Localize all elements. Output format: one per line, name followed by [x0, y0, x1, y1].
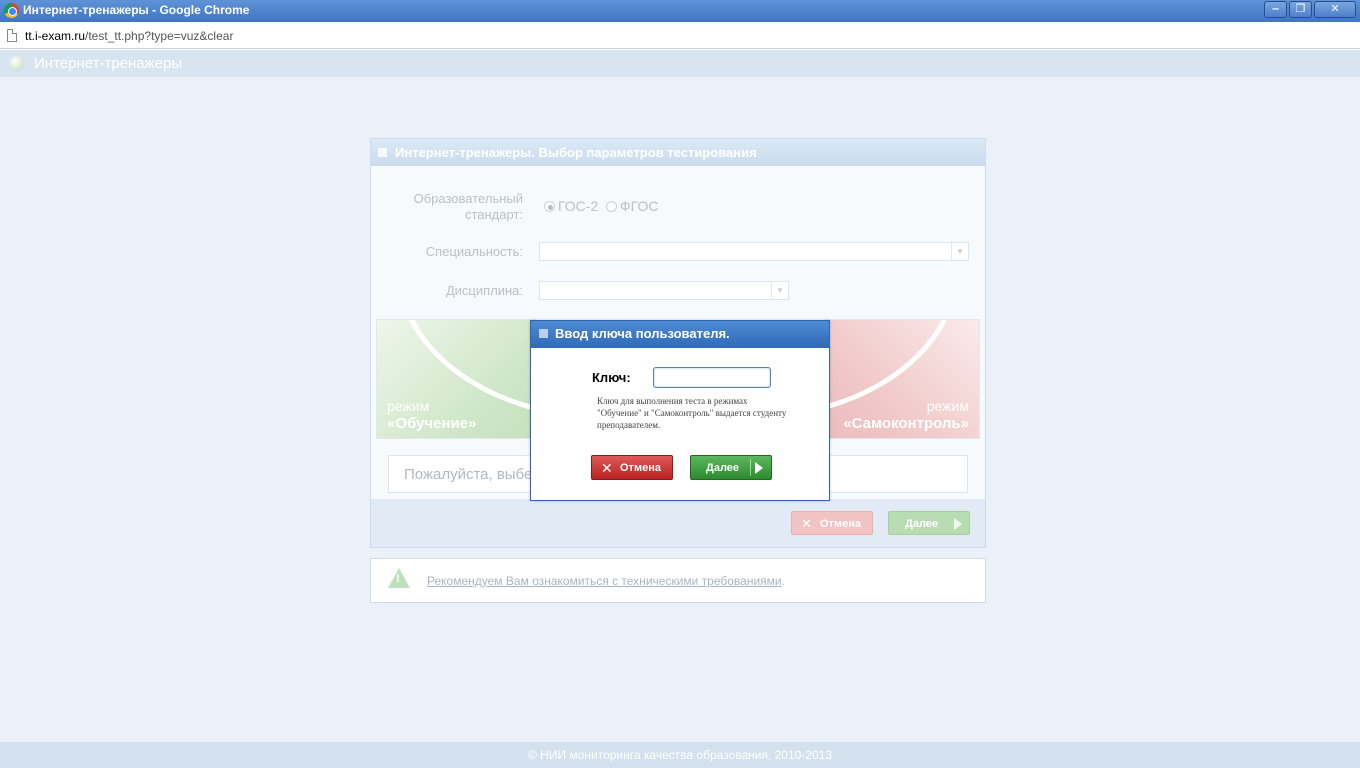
standard-radio-gos2[interactable]: ГОС-2	[544, 198, 598, 214]
panel-cancel-button[interactable]: ✕ Отмена	[791, 511, 873, 535]
specialty-label: Специальность:	[425, 244, 523, 259]
radio-unchecked-icon	[606, 201, 617, 212]
arrow-right-icon	[750, 459, 766, 476]
url-path: /test_tt.php?type=vuz&clear	[85, 29, 234, 43]
tech-requirements-link[interactable]: Рекомендуем Вам ознакомиться с техническ…	[427, 574, 782, 588]
dialog-title: Ввод ключа пользователя.	[555, 326, 730, 341]
mode-learn-line1: режим	[387, 398, 430, 414]
discipline-select[interactable]: ▼	[539, 281, 789, 300]
recommendation-box: Рекомендуем Вам ознакомиться с техническ…	[370, 558, 986, 603]
key-input[interactable]	[653, 367, 771, 388]
standard-option-fgos: ФГОС	[620, 198, 659, 214]
minimize-button[interactable]: ‒	[1264, 1, 1287, 18]
chrome-icon	[4, 3, 19, 18]
panel-next-button[interactable]: Далее	[888, 511, 970, 535]
mode-self-caption: режим «Самоконтроль»	[843, 398, 969, 432]
url-host: tt.i-exam.ru	[25, 29, 86, 43]
recommendation-text: Рекомендуем Вам ознакомиться с техническ…	[427, 574, 785, 588]
mode-self-card[interactable]: режим «Самоконтроль»	[825, 319, 980, 439]
discipline-label: Дисциплина:	[445, 283, 523, 298]
user-key-dialog: Ввод ключа пользователя. Ключ: Ключ для …	[530, 320, 830, 501]
close-window-button[interactable]: ✕	[1314, 1, 1356, 18]
dialog-header: Ввод ключа пользователя.	[531, 321, 829, 348]
recommendation-suffix: .	[781, 574, 785, 588]
maximize-button[interactable]: ❐	[1289, 1, 1312, 18]
panel-footer: ✕ Отмена Далее	[371, 499, 985, 547]
arrow-right-icon	[954, 518, 962, 530]
key-label: Ключ:	[592, 370, 631, 385]
url-text[interactable]: tt.i-exam.ru/test_tt.php?type=vuz&clear	[25, 29, 233, 43]
mode-self-line1: режим	[926, 398, 969, 414]
standard-label-line2: стандарт:	[464, 207, 523, 222]
chevron-down-icon: ▼	[951, 243, 968, 260]
site-header: Интернет-тренажеры	[0, 50, 1360, 77]
dialog-square-icon	[539, 329, 548, 338]
logo-icon	[9, 56, 24, 71]
panel-title: Интернет-тренажеры. Выбор параметров тес…	[395, 145, 757, 160]
panel-cancel-label: Отмена	[820, 518, 861, 530]
page-icon	[7, 29, 17, 42]
radio-checked-icon	[544, 201, 555, 212]
dialog-cancel-label: Отмена	[620, 462, 661, 474]
dialog-cancel-button[interactable]: ✕ Отмена	[591, 455, 673, 480]
mode-learn-line2: «Обучение»	[387, 415, 477, 432]
specialty-select[interactable]: ▼	[539, 242, 969, 261]
site-title: Интернет-тренажеры	[34, 55, 183, 72]
panel-header: Интернет-тренажеры. Выбор параметров тес…	[371, 139, 985, 166]
address-bar[interactable]: tt.i-exam.ru/test_tt.php?type=vuz&clear	[0, 22, 1360, 49]
warning-icon	[388, 568, 410, 588]
key-note: Ключ для выполнения теста в режимах "Обу…	[597, 396, 787, 430]
panel-square-icon	[378, 148, 387, 157]
panel-next-label: Далее	[905, 518, 939, 530]
standard-option-gos2: ГОС-2	[558, 198, 599, 214]
mode-self-line2: «Самоконтроль»	[843, 415, 969, 432]
window-titlebar: Интернет-тренажеры - Google Chrome ‒ ❐ ✕	[0, 0, 1360, 22]
mode-learn-card[interactable]: режим «Обучение»	[376, 319, 536, 439]
standard-radio-fgos[interactable]: ФГОС	[606, 198, 658, 214]
dialog-next-button[interactable]: Далее	[690, 455, 772, 480]
close-icon: ✕	[601, 460, 613, 476]
window-title: Интернет-тренажеры - Google Chrome	[23, 3, 250, 17]
standard-label: Образовательный стандарт:	[391, 191, 523, 223]
dialog-next-label: Далее	[706, 462, 740, 474]
mode-learn-caption: режим «Обучение»	[387, 398, 476, 432]
chevron-down-icon: ▼	[771, 282, 788, 299]
close-icon: ✕	[801, 516, 812, 531]
standard-label-line1: Образовательный	[413, 191, 523, 206]
site-footer: © НИИ мониторинга качества образования, …	[0, 742, 1360, 768]
